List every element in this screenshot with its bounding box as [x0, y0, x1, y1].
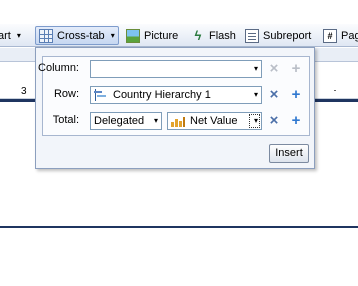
chevron-down-icon[interactable]: ▾: [254, 90, 258, 99]
chevron-down-icon[interactable]: ▾: [254, 116, 258, 125]
crosstab-fields-group: Column: ▾ × + Row: Country Hierarchy 1 ▾…: [38, 56, 310, 136]
total-label: Total:: [52, 114, 79, 126]
page-button-label: Pag: [341, 29, 358, 42]
column-select[interactable]: ▾: [90, 60, 262, 78]
crosstab-popup: Column: ▾ × + Row: Country Hierarchy 1 ▾…: [35, 47, 315, 169]
remove-total-icon[interactable]: ×: [267, 113, 281, 128]
divider: [334, 90, 336, 91]
add-column-icon[interactable]: +: [289, 61, 303, 76]
subreport-button-label: Subreport: [263, 29, 312, 42]
add-row-icon[interactable]: +: [289, 87, 303, 102]
hierarchy-icon: [94, 89, 108, 101]
crosstab-icon: [39, 28, 53, 43]
total-function-value: Delegated: [94, 115, 145, 127]
flash-button[interactable]: ϟ Flash: [191, 26, 236, 45]
crosstab-button-label: Cross-tab: [57, 29, 105, 42]
column-label: Column:: [38, 62, 79, 74]
chevron-down-icon[interactable]: ▾: [111, 31, 115, 40]
total-function-select[interactable]: Delegated ▾: [90, 112, 162, 130]
total-measure-select[interactable]: Net Value ▾: [167, 112, 262, 130]
page-button[interactable]: # Pag: [323, 26, 358, 45]
remove-row-icon[interactable]: ×: [267, 87, 281, 102]
picture-icon: [126, 28, 140, 43]
chevron-down-icon[interactable]: ▾: [17, 31, 21, 40]
row-select[interactable]: Country Hierarchy 1 ▾: [90, 86, 262, 104]
flash-button-label: Flash: [209, 29, 236, 42]
page-number-icon: #: [323, 28, 337, 43]
add-total-icon[interactable]: +: [289, 113, 303, 128]
measure-icon: [171, 115, 185, 127]
row-select-value: Country Hierarchy 1: [113, 89, 211, 101]
insert-button[interactable]: Insert: [269, 144, 309, 163]
chevron-down-icon[interactable]: ▾: [154, 116, 158, 125]
chevron-down-icon[interactable]: ▾: [254, 64, 258, 73]
subreport-button[interactable]: Subreport: [245, 26, 311, 45]
picture-button[interactable]: Picture: [126, 26, 178, 45]
picture-button-label: Picture: [144, 29, 179, 42]
row-label: Row:: [53, 88, 79, 100]
insert-toolbar: art ▾ Cross-tab ▾ Picture ϟ Flash Subrep…: [0, 24, 358, 47]
remove-column-icon[interactable]: ×: [267, 61, 281, 76]
chart-button-label: art: [0, 29, 11, 42]
section-divider: [0, 226, 358, 228]
crosstab-button[interactable]: Cross-tab ▾: [35, 26, 119, 45]
total-measure-value: Net Value: [190, 115, 238, 127]
chart-button[interactable]: art ▾: [0, 26, 21, 45]
subreport-icon: [245, 28, 259, 43]
flash-icon: ϟ: [194, 27, 202, 43]
